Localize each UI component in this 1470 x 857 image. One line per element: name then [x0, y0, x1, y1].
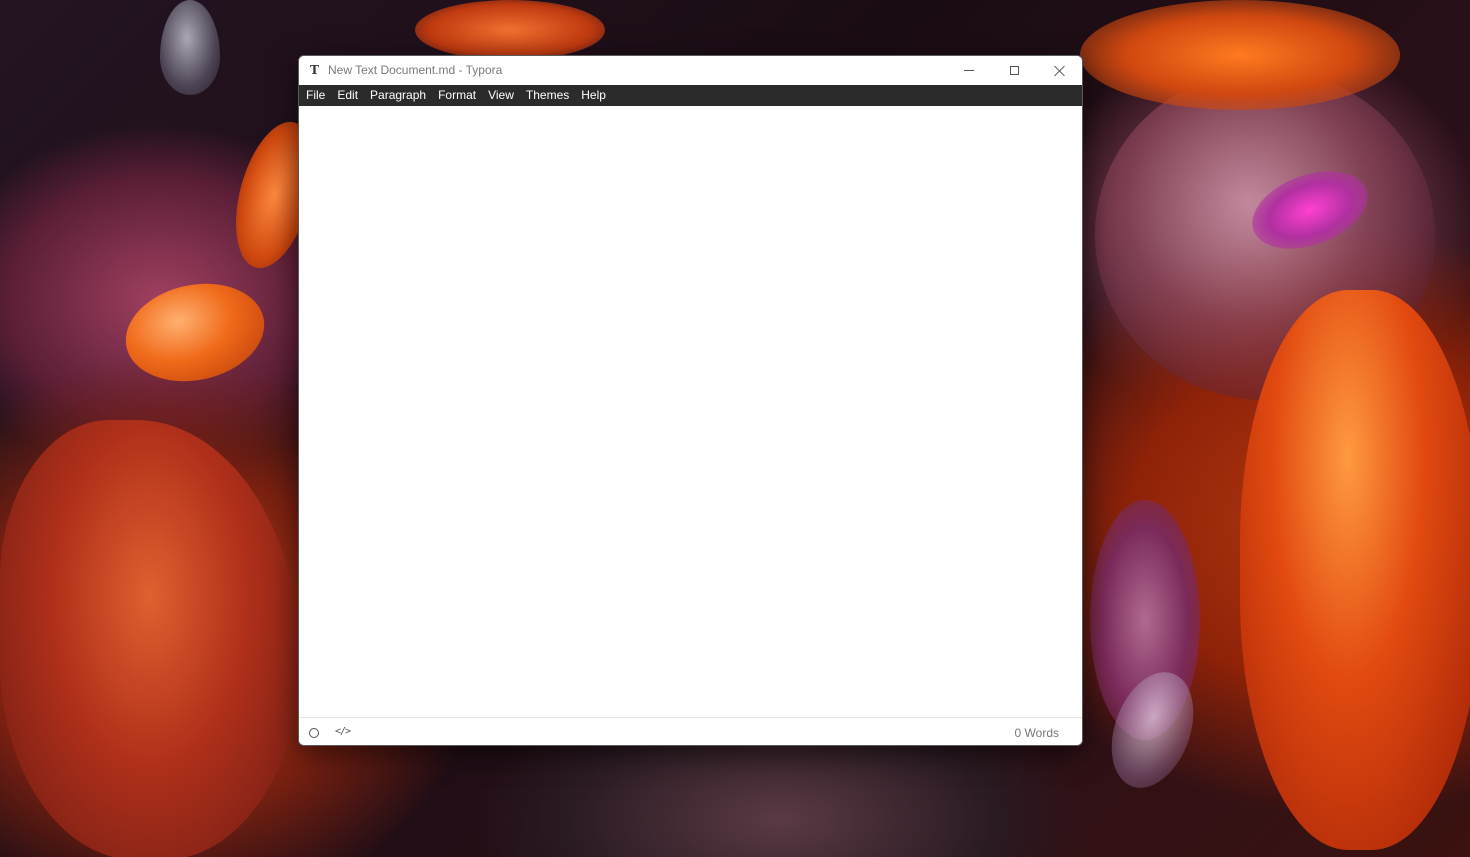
menu-bar: File Edit Paragraph Format View Themes H…	[299, 85, 1082, 106]
window-title: New Text Document.md - Typora	[328, 63, 503, 77]
maximize-icon	[1009, 66, 1019, 75]
menu-file[interactable]: File	[300, 85, 331, 106]
menu-view[interactable]: View	[482, 85, 520, 106]
menu-themes[interactable]: Themes	[520, 85, 575, 106]
wallpaper-shape	[1080, 0, 1400, 110]
menu-format[interactable]: Format	[432, 85, 482, 106]
menu-help[interactable]: Help	[575, 85, 612, 106]
minimize-icon	[964, 70, 974, 71]
maximize-button[interactable]	[991, 56, 1037, 85]
title-bar[interactable]: T New Text Document.md - Typora	[299, 56, 1082, 85]
close-icon	[1054, 65, 1066, 77]
editor-area[interactable]	[299, 106, 1082, 717]
wallpaper-shape	[1240, 290, 1470, 850]
wallpaper-droplet	[160, 0, 220, 95]
wallpaper-shape	[116, 271, 274, 394]
typora-window: T New Text Document.md - Typora File Edi…	[298, 55, 1083, 746]
wallpaper-shape	[415, 0, 605, 60]
outline-circle-icon[interactable]	[309, 728, 319, 738]
code-icon[interactable]: </>	[335, 725, 351, 739]
close-button[interactable]	[1037, 56, 1082, 85]
word-count[interactable]: 0 Words	[1015, 726, 1059, 740]
menu-paragraph[interactable]: Paragraph	[364, 85, 432, 106]
typora-t-icon: T	[310, 63, 319, 77]
wallpaper-shape	[0, 420, 300, 857]
minimize-button[interactable]	[946, 56, 992, 85]
status-bar: </> 0 Words	[299, 717, 1082, 745]
menu-edit[interactable]: Edit	[331, 85, 364, 106]
